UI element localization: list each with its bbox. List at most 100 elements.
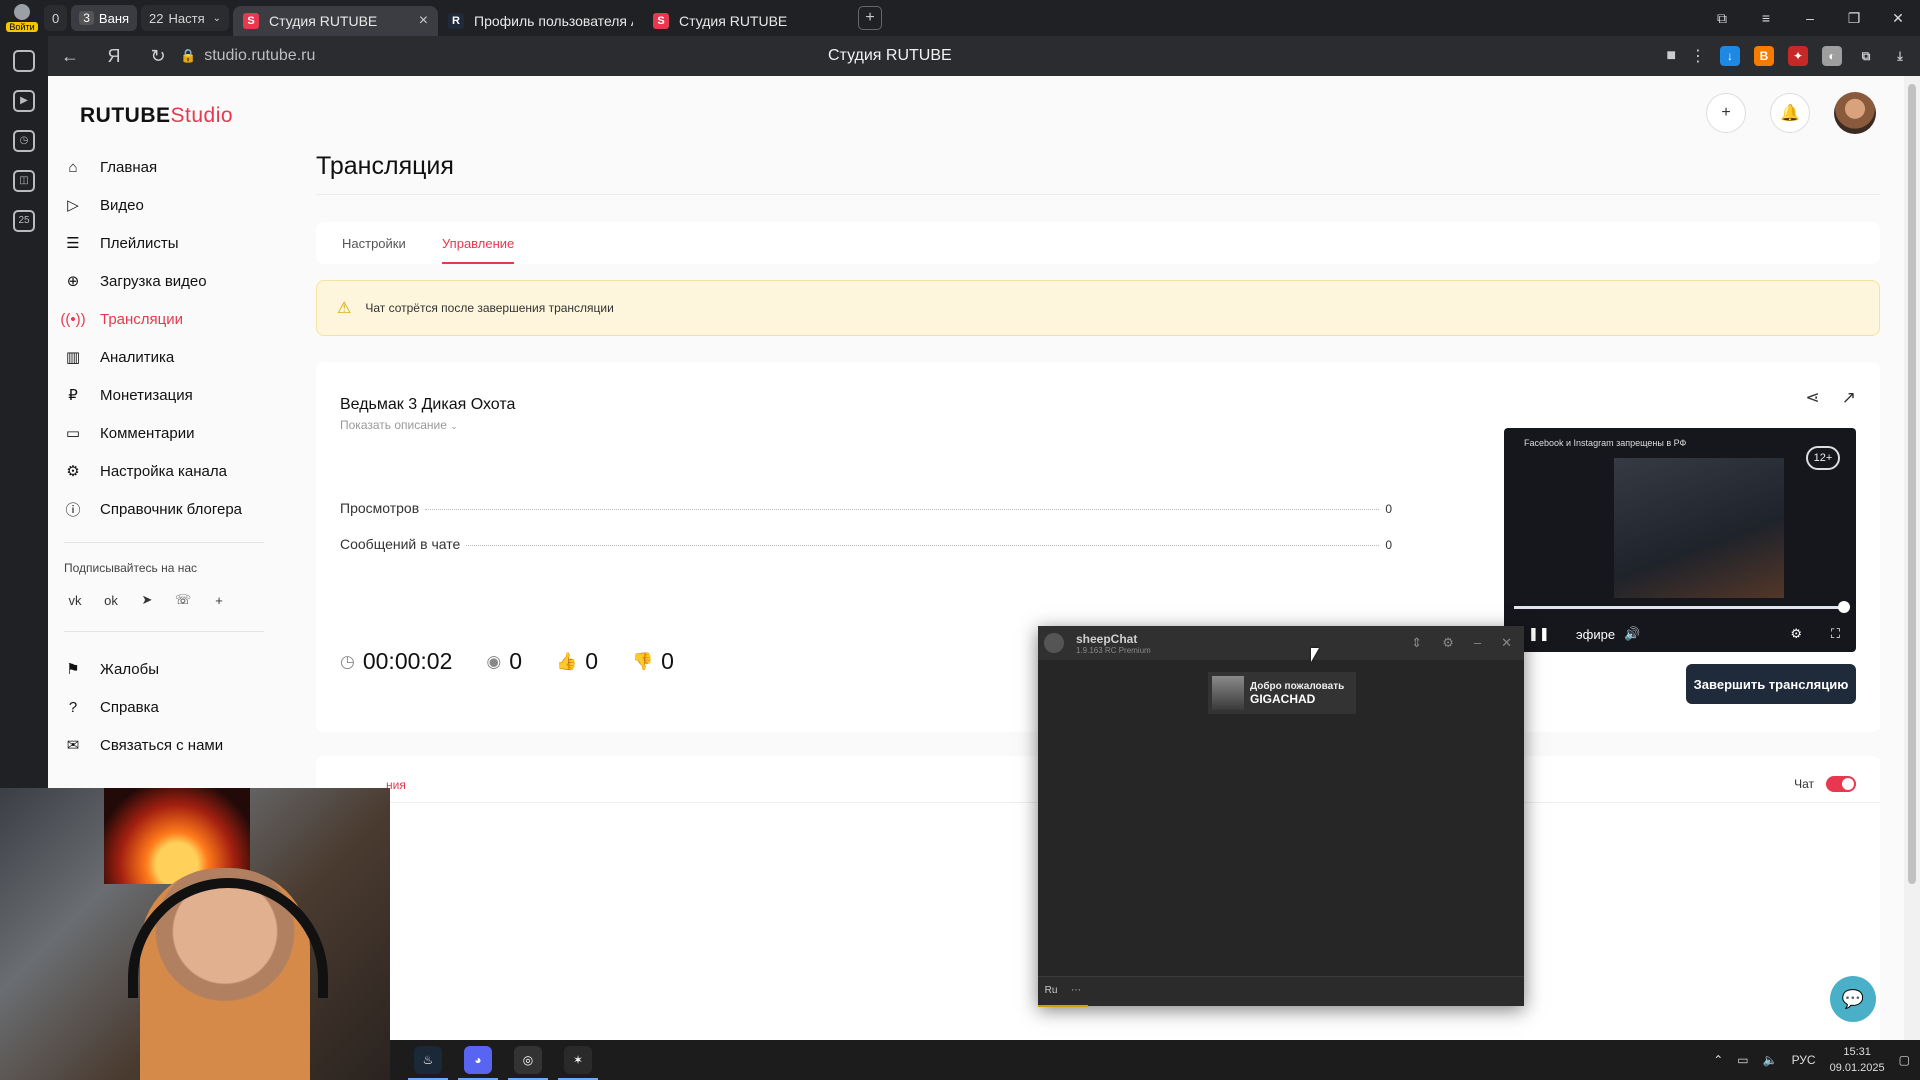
header-divider: [316, 194, 1880, 195]
pin-icon[interactable]: ⇕: [1411, 635, 1422, 651]
sidebar-item-label: Связаться с нами: [100, 736, 224, 754]
restore-icon[interactable]: ❐: [1832, 10, 1876, 27]
close-icon[interactable]: ×: [419, 12, 428, 30]
end-stream-button[interactable]: Завершить трансляцию: [1686, 664, 1856, 704]
screenshots-icon[interactable]: ◫: [13, 170, 35, 192]
menu-icon[interactable]: ≡: [1744, 10, 1788, 26]
minimize-icon[interactable]: –: [1474, 635, 1481, 651]
browser-tab-studio[interactable]: S Студия RUTUBE ×: [233, 6, 439, 36]
live-metrics: ◷ 00:00:02 ◉ 0 👍 0 👎 0: [340, 648, 674, 675]
sheepchat-titlebar[interactable]: sheepChat 1.9.163 RC Premium ⇕ ⚙ – ✕: [1038, 626, 1524, 660]
b-extension-icon[interactable]: B: [1754, 46, 1774, 66]
tab-management[interactable]: Управление: [442, 236, 514, 251]
volume-icon[interactable]: 🔊: [1624, 626, 1640, 642]
vk-icon[interactable]: vk: [64, 589, 86, 611]
sidebar-item-label: Монетизация: [100, 386, 193, 404]
notifications-icon[interactable]: ▢: [1899, 1053, 1910, 1067]
support-chat-button[interactable]: 💬: [1830, 976, 1876, 1022]
stream-preview-player[interactable]: Facebook и Instagram запрещены в РФ 12+ …: [1504, 428, 1856, 652]
bookmarks-icon[interactable]: ⧉: [1700, 10, 1744, 27]
sidebar-item-label: Аналитика: [100, 348, 175, 366]
sidebar-item-upload[interactable]: ⊕ Загрузка видео: [64, 262, 264, 300]
settings-icon[interactable]: ⚙: [1442, 635, 1454, 651]
discord-icon[interactable]: ◕: [458, 1046, 498, 1080]
player-progress[interactable]: [1514, 606, 1846, 609]
viber-icon[interactable]: ☏: [172, 589, 194, 611]
browser-profile-button[interactable]: Войти: [0, 0, 44, 36]
more-socials-icon[interactable]: +: [208, 589, 230, 611]
sidebar-item-video[interactable]: ▷ Видео: [64, 186, 264, 224]
clock[interactable]: 15:31 09.01.2025: [1830, 1044, 1885, 1076]
reload-icon[interactable]: ↻: [136, 46, 180, 67]
progress-handle[interactable]: [1838, 601, 1850, 613]
rutube-studio-logo[interactable]: RUTUBEStudio: [80, 104, 233, 128]
avatar[interactable]: [1834, 92, 1876, 134]
browser-tab-studio-2[interactable]: S Студия RUTUBE: [643, 6, 848, 36]
new-tab-button[interactable]: +: [858, 6, 883, 30]
sidebar-item-help[interactable]: ? Справка: [64, 688, 264, 726]
calendar-icon[interactable]: 25: [13, 210, 35, 232]
speaker-icon[interactable]: 🔈: [1763, 1053, 1778, 1067]
steam-icon[interactable]: ♨: [408, 1046, 448, 1080]
sidebar-item-broadcasts[interactable]: ((•)) Трансляции: [60, 300, 264, 338]
close-icon[interactable]: ✕: [1501, 635, 1512, 651]
clock-icon: ◷: [340, 651, 355, 671]
download-extension-icon[interactable]: ↓: [1720, 46, 1740, 66]
back-icon[interactable]: ←: [48, 46, 92, 67]
tab-group-vanya[interactable]: 3 Ваня: [71, 5, 138, 31]
vpn-extension-icon[interactable]: ◐: [1822, 46, 1842, 66]
chat-toggle[interactable]: [1826, 776, 1856, 792]
chevron-down-icon: ⌄: [212, 12, 222, 24]
stat-label: Просмотров: [340, 500, 420, 516]
witcher-game-icon[interactable]: ✶: [558, 1046, 598, 1080]
external-link-icon[interactable]: ↗: [1842, 388, 1856, 408]
sidebar-item-monetization[interactable]: ₽ Монетизация: [64, 376, 264, 414]
language-button[interactable]: Ru: [1038, 977, 1064, 1007]
sidebar-item-playlists[interactable]: ☰ Плейлисты: [64, 224, 264, 262]
create-button[interactable]: +: [1706, 93, 1746, 133]
game-extension-icon[interactable]: ✦: [1788, 46, 1808, 66]
obs-icon[interactable]: ◎: [508, 1046, 548, 1080]
duration-value: 00:00:02: [362, 648, 453, 674]
extensions-icon[interactable]: ⧉: [1856, 46, 1876, 66]
chat-mode-icon[interactable]: ⋯: [1064, 977, 1088, 1007]
clock-time: 15:31: [1843, 1046, 1871, 1058]
sheepchat-name: sheepChat: [1076, 631, 1138, 646]
sidebar-item-channel-settings[interactable]: ⚙ Настройка канала: [64, 452, 264, 490]
sidebar-item-home[interactable]: ⌂ Главная: [64, 148, 264, 186]
ok-icon[interactable]: ok: [100, 589, 122, 611]
browser-tab-profile[interactable]: R Профиль пользователя А: [438, 6, 643, 36]
tab-group-nastya[interactable]: 22 Настя ⌄: [141, 5, 230, 31]
show-description-link[interactable]: Показать описание ⌄: [340, 418, 458, 432]
history-icon[interactable]: ◷: [13, 130, 35, 152]
social-links: vk ok ➤ ☏ +: [64, 589, 264, 611]
collections-icon[interactable]: [13, 50, 35, 72]
tab-settings[interactable]: Настройки: [342, 236, 406, 251]
yandex-icon[interactable]: Я: [92, 46, 136, 67]
scrollbar-thumb[interactable]: [1908, 84, 1916, 884]
more-icon[interactable]: ⋮: [1690, 46, 1706, 66]
share-icon[interactable]: ⋖: [1806, 388, 1820, 408]
telegram-icon[interactable]: ➤: [136, 589, 158, 611]
sidebar-item-blogger-guide[interactable]: ⓘ Справочник блогера: [64, 490, 264, 528]
downloads-icon[interactable]: ⤓: [1890, 46, 1910, 66]
media-icon[interactable]: ▶: [13, 90, 35, 112]
notifications-button[interactable]: 🔔: [1770, 93, 1810, 133]
sidebar-item-complaints[interactable]: ⚑ Жалобы: [64, 650, 264, 688]
sidebar-item-analytics[interactable]: ▥ Аналитика: [64, 338, 264, 376]
sidebar-item-comments[interactable]: ▭ Комментарии: [64, 414, 264, 452]
input-language[interactable]: РУС: [1792, 1053, 1816, 1067]
minimize-icon[interactable]: –: [1788, 10, 1832, 26]
pause-icon[interactable]: ❚❚: [1528, 626, 1550, 642]
likes-metric: 👍 0: [556, 648, 598, 675]
close-window-icon[interactable]: ✕: [1876, 10, 1920, 27]
bookmark-icon[interactable]: ■: [1666, 47, 1676, 65]
tab-group-count[interactable]: 0: [44, 5, 68, 31]
sidebar-item-contact[interactable]: ✉ Связаться с нами: [64, 726, 264, 764]
network-icon[interactable]: ▭: [1737, 1053, 1748, 1067]
url-field[interactable]: studio.rutube.ru: [204, 47, 315, 65]
chevron-up-icon[interactable]: ⌃: [1713, 1053, 1723, 1067]
page-scrollbar[interactable]: [1904, 76, 1920, 1040]
fullscreen-icon[interactable]: ⛶: [1831, 626, 1840, 642]
settings-icon[interactable]: ⚙: [1790, 626, 1802, 642]
